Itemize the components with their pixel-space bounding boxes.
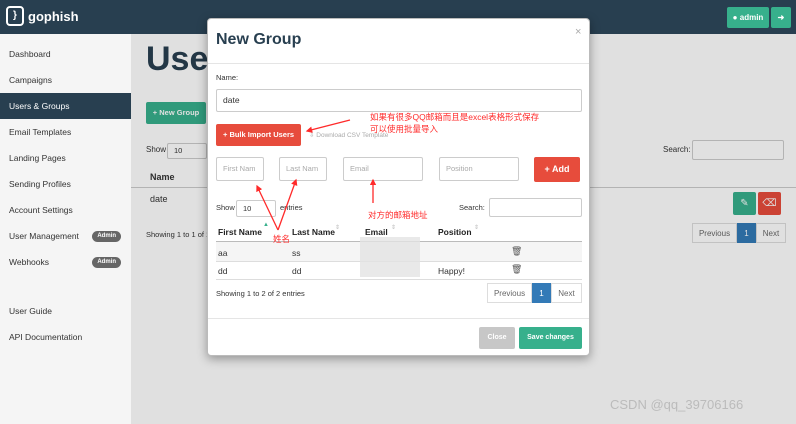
logout-button[interactable]: ➜ <box>771 7 791 28</box>
modal-title: New Group <box>216 31 302 48</box>
cell-first-name: aa <box>218 248 228 258</box>
bulk-import-note-line2: 可以使用批量导入 <box>370 124 439 134</box>
sidebar-item-label: API Documentation <box>9 332 83 342</box>
modal-show-entries-select[interactable]: 10 <box>236 200 276 217</box>
save-changes-button[interactable]: Save changes <box>519 327 582 349</box>
sort-icon: ⇕ <box>391 225 397 231</box>
entries-label: entries <box>280 203 303 212</box>
sidebar-item-account-settings[interactable]: Account Settings <box>0 197 131 223</box>
email-redaction-blur <box>360 237 420 277</box>
sort-icon: ⇕ <box>335 225 341 231</box>
sort-asc-icon: ▲ <box>263 222 269 228</box>
sidebar-item-campaigns[interactable]: Campaigns <box>0 67 131 93</box>
sidebar: Dashboard Campaigns Users & Groups Email… <box>0 34 131 424</box>
sidebar-item-label: Dashboard <box>9 49 51 59</box>
bulk-import-label: Bulk Import Users <box>229 130 295 139</box>
sidebar-item-label: Users & Groups <box>9 101 70 111</box>
column-header-email[interactable]: Email <box>365 227 388 237</box>
plus-icon: + <box>544 164 550 174</box>
sidebar-item-webhooks[interactable]: Webhooks Admin <box>0 249 131 275</box>
column-header-last-name[interactable]: Last Name <box>292 227 335 237</box>
sidebar-item-label: User Guide <box>9 306 52 316</box>
column-header-position[interactable]: Position <box>438 227 472 237</box>
modal-next-page-button[interactable]: Next <box>551 283 582 303</box>
download-icon: ⇩ <box>309 132 315 139</box>
close-icon[interactable]: × <box>575 26 581 38</box>
sidebar-item-label: Account Settings <box>9 205 73 215</box>
gophish-logo-icon: } <box>6 6 24 26</box>
new-group-modal: New Group × Name: date + Bulk Import Use… <box>207 18 590 356</box>
bulk-import-button[interactable]: + Bulk Import Users <box>216 124 301 146</box>
csdn-watermark: CSDN @qq_39706166 <box>610 397 744 412</box>
name-label: Name: <box>216 73 239 82</box>
sidebar-item-sending-profiles[interactable]: Sending Profiles <box>0 171 131 197</box>
show-label: Show <box>216 203 235 212</box>
sidebar-item-landing-pages[interactable]: Landing Pages <box>0 145 131 171</box>
last-name-input[interactable]: Last Nam <box>279 157 327 181</box>
admin-badge: Admin <box>92 231 121 242</box>
email-input[interactable]: Email <box>343 157 423 181</box>
user-icon: ● <box>732 13 738 22</box>
sidebar-item-label: Sending Profiles <box>9 179 71 189</box>
first-name-input[interactable]: First Nam <box>216 157 264 181</box>
sidebar-item-user-management[interactable]: User Management Admin <box>0 223 131 249</box>
modal-search-input[interactable] <box>489 198 582 217</box>
email-note: 对方的邮箱地址 <box>368 210 428 220</box>
close-button[interactable]: Close <box>479 327 515 349</box>
logo-text: gophish <box>28 8 79 24</box>
logo[interactable]: } gophish <box>6 6 79 26</box>
row-divider <box>216 279 582 280</box>
sidebar-item-label: Webhooks <box>9 257 50 267</box>
add-label: Add <box>551 164 570 174</box>
showing-entries-text: Showing 1 to 2 of 2 entries <box>216 289 305 298</box>
plus-icon: + <box>222 130 228 139</box>
sort-icon: ⇕ <box>474 225 480 231</box>
admin-label: admin <box>739 13 764 22</box>
sidebar-item-label: Campaigns <box>9 75 52 85</box>
modal-previous-page-button[interactable]: Previous <box>487 283 532 303</box>
bulk-import-note-line1: 如果有很多QQ邮箱而且是excel表格形式保存 <box>370 112 540 122</box>
sidebar-item-email-templates[interactable]: Email Templates <box>0 119 131 145</box>
trash-icon[interactable]: 🗑 <box>511 246 522 257</box>
add-user-button[interactable]: + Add <box>534 157 580 182</box>
column-header-first-name[interactable]: First Name <box>218 227 262 237</box>
sidebar-item-label: Email Templates <box>9 127 72 137</box>
sidebar-item-user-guide[interactable]: User Guide <box>0 298 131 324</box>
modal-footer-divider <box>208 318 589 319</box>
sidebar-item-api-documentation[interactable]: API Documentation <box>0 324 131 350</box>
cell-last-name: ss <box>292 248 301 258</box>
modal-search-label: Search: <box>459 203 485 212</box>
admin-badge: Admin <box>92 257 121 268</box>
sidebar-item-users-groups[interactable]: Users & Groups <box>0 93 131 119</box>
admin-button[interactable]: ● admin <box>727 7 769 28</box>
sidebar-item-dashboard[interactable]: Dashboard <box>0 41 131 67</box>
sidebar-item-label: User Management <box>9 231 79 241</box>
sidebar-item-label: Landing Pages <box>9 153 66 163</box>
name-note: 姓名 <box>273 234 291 244</box>
modal-page-1-button[interactable]: 1 <box>532 283 551 303</box>
cell-position: Happy! <box>438 266 465 276</box>
modal-header-divider <box>208 63 589 64</box>
logout-icon: ➜ <box>777 13 785 22</box>
cell-first-name: dd <box>218 266 228 276</box>
position-input[interactable]: Position <box>439 157 519 181</box>
trash-icon[interactable]: 🗑 <box>511 264 522 275</box>
cell-last-name: dd <box>292 266 302 276</box>
group-name-input[interactable]: date <box>216 89 582 112</box>
